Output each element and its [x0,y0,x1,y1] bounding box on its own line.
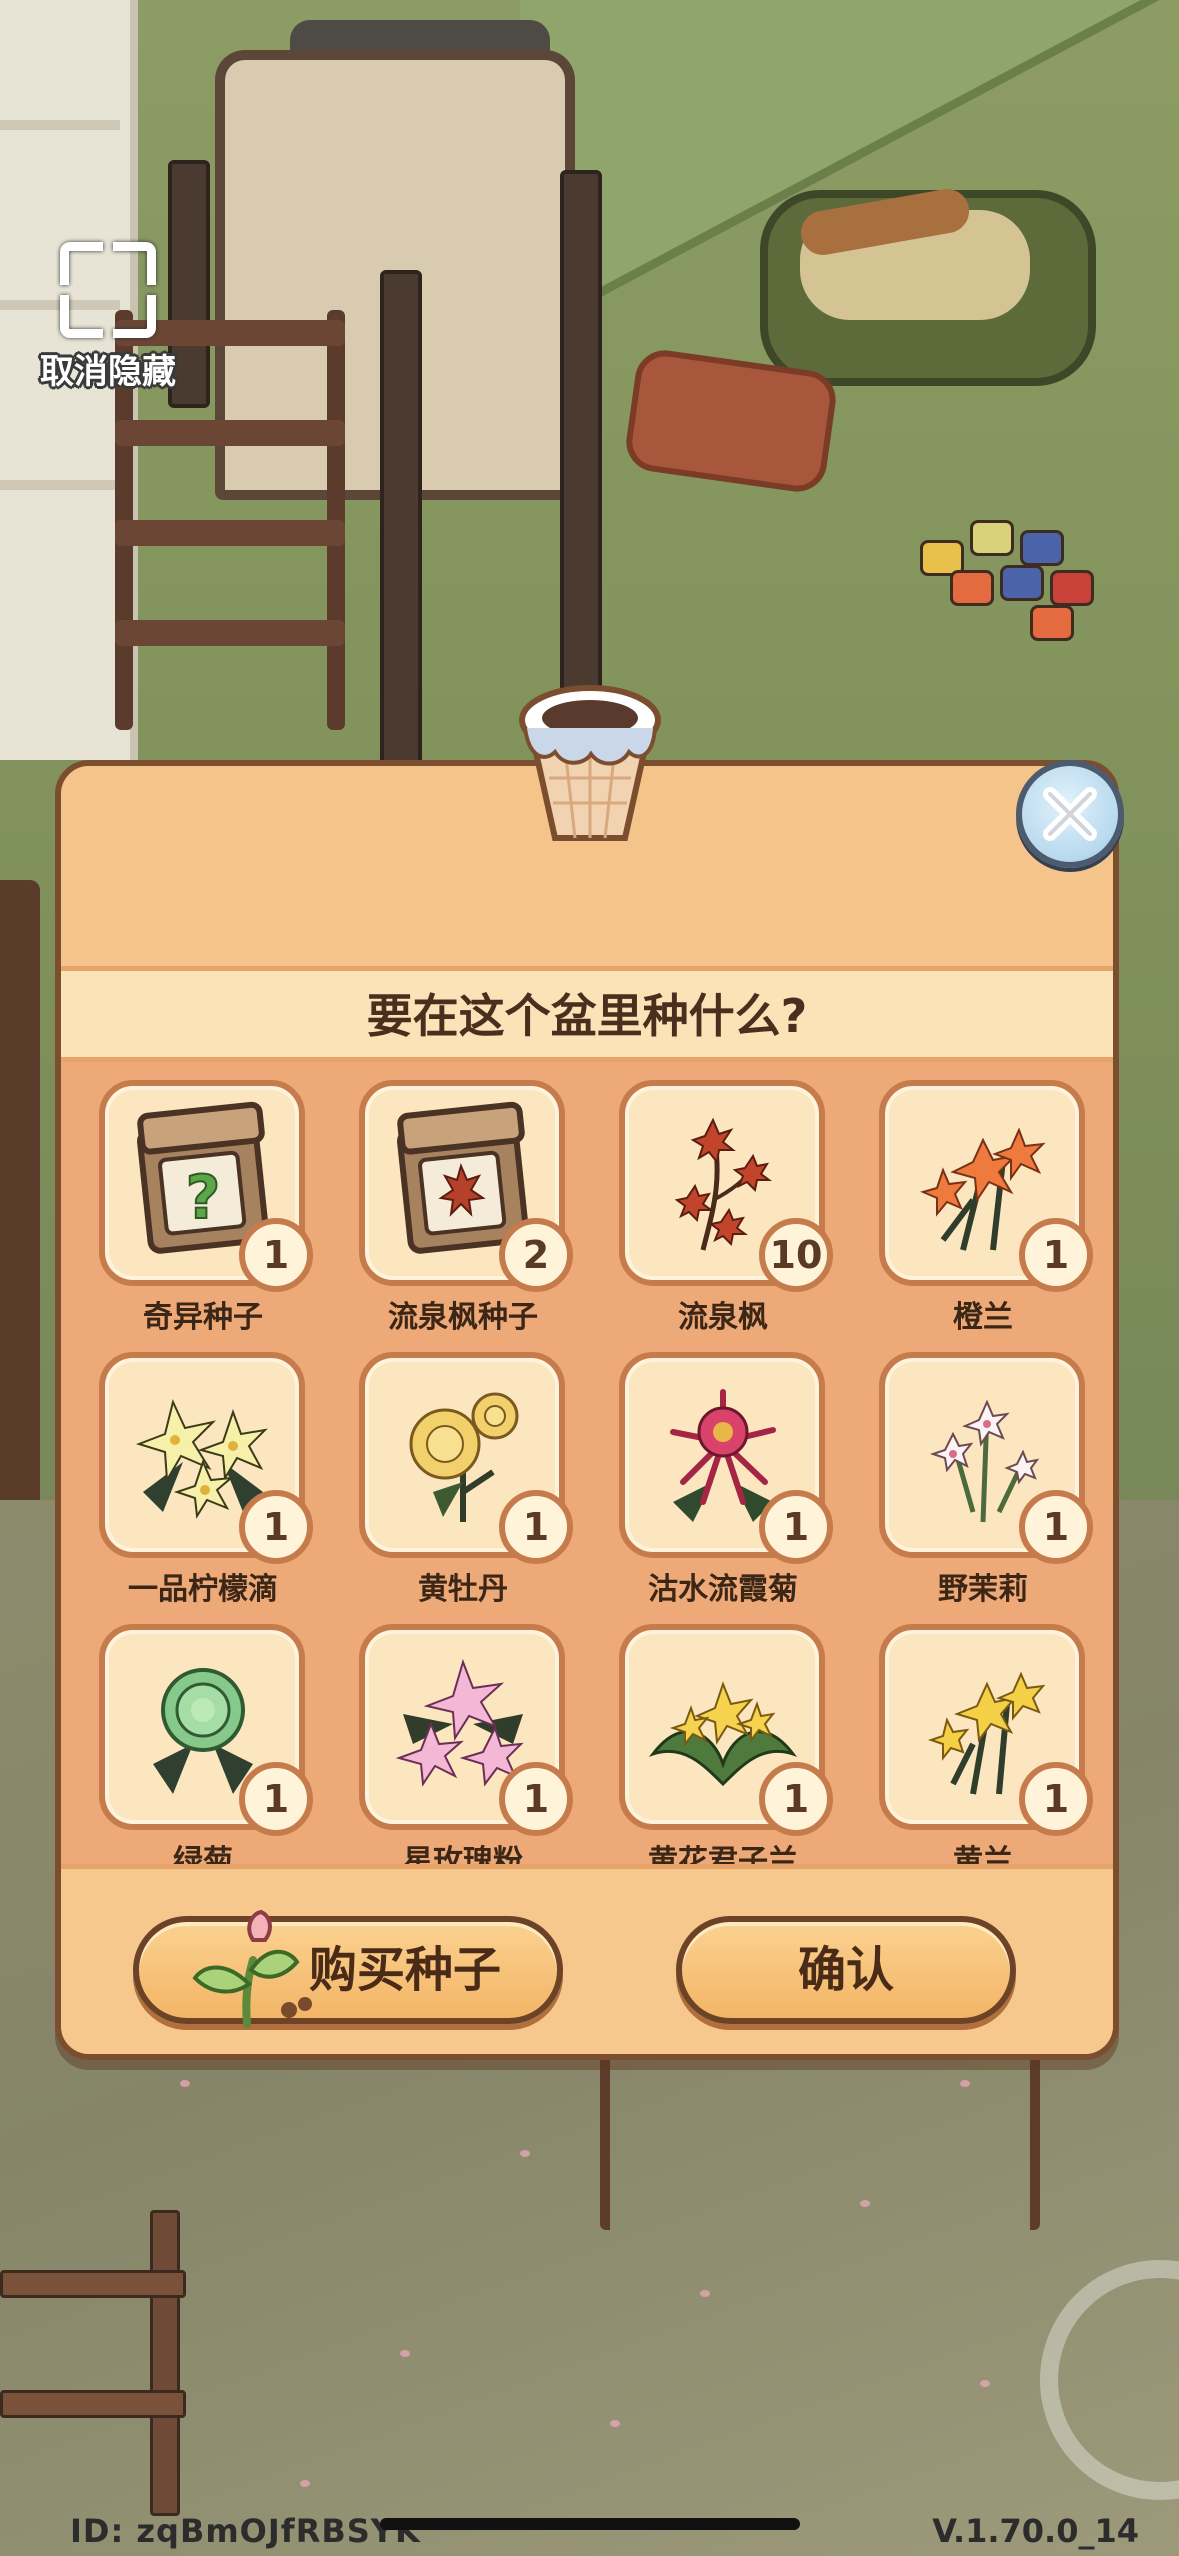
seed-item[interactable]: 1 野茉莉 [875,1352,1095,1622]
unhide-button[interactable]: 取消隐藏 [28,238,188,392]
confirm-label: 确认 [797,1942,894,1998]
seed-name: 绿菊 [173,1844,233,1864]
seed-name: 流泉枫种子 [388,1300,538,1335]
player-id: ID: zqBmOJfRBSYK [70,2512,421,2550]
seed-tile[interactable]: 1 [99,1624,313,1836]
seed-item[interactable]: 1 黄花君子兰 [615,1624,835,1864]
count-badge: 1 [499,1490,573,1564]
flower-pot-icon [519,685,661,841]
seed-grid-scroll[interactable]: ? 1 奇异种子 2 流泉枫种子 10 流泉枫 1 橙兰 1 一品柠檬滴 1 黄… [61,1062,1113,1864]
bamboo-fence [0,2210,260,2530]
close-button[interactable] [1016,760,1124,868]
count-badge: 10 [759,1218,833,1292]
count-badge: 1 [1019,1762,1093,1836]
seed-tile[interactable]: 10 [619,1080,833,1292]
seed-name: 星玫瑰粉 [403,1844,523,1864]
home-indicator[interactable] [380,2518,800,2530]
seed-name: 一品柠檬滴 [128,1572,278,1607]
seed-item[interactable]: 10 流泉枫 [615,1080,835,1350]
svg-text:?: ? [186,1163,221,1233]
unhide-label: 取消隐藏 [40,352,176,392]
seed-name: 奇异种子 [143,1300,263,1335]
buy-seeds-button[interactable]: 购买种子 [133,1909,563,2028]
seed-tile[interactable]: 1 [619,1352,833,1564]
seed-item[interactable]: ? 1 奇异种子 [95,1080,315,1350]
seed-name: 黄牡丹 [418,1572,508,1607]
sprout-icon [192,1909,312,2028]
wood-edge [0,880,40,1560]
seed-tile[interactable]: 1 [879,1624,1093,1836]
confirm-button[interactable]: 确认 [676,1916,1016,2024]
seed-tile[interactable]: ? 1 [99,1080,313,1292]
seed-item[interactable]: 1 黄牡丹 [355,1352,575,1622]
seed-tile[interactable]: 2 [359,1080,573,1292]
seed-tile[interactable]: 1 [99,1352,313,1564]
shelf-board [0,120,120,130]
plant-selection-dialog: 要在这个盆里种什么? ? 1 奇异种子 2 流泉枫种子 10 流泉枫 1 橙兰 … [55,760,1119,2060]
seed-tile[interactable]: 1 [359,1624,573,1836]
seed-tile[interactable]: 1 [879,1352,1093,1564]
seed-name: 流泉枫 [678,1300,768,1335]
seed-name: 黄花君子兰 [648,1844,798,1864]
count-badge: 1 [239,1490,313,1564]
seed-tile[interactable]: 1 [879,1080,1093,1292]
seed-name: 沽水流霞菊 [648,1572,798,1607]
seed-item[interactable]: 1 沽水流霞菊 [615,1352,835,1622]
toy-blocks [880,520,1140,641]
seed-item[interactable]: 1 星玫瑰粉 [355,1624,575,1864]
count-badge: 1 [499,1762,573,1836]
count-badge: 1 [1019,1490,1093,1564]
buy-seeds-label: 购买种子 [309,1942,502,1998]
count-badge: 2 [499,1218,573,1292]
seed-name: 黄兰 [953,1844,1013,1864]
seed-name: 橙兰 [953,1300,1013,1335]
shelf-board [0,480,120,490]
count-badge: 1 [239,1218,313,1292]
seed-item[interactable]: 2 流泉枫种子 [355,1080,575,1350]
scratch-pole [380,270,422,788]
seed-tile[interactable]: 1 [619,1624,833,1836]
close-icon [1043,787,1097,841]
count-badge: 1 [1019,1218,1093,1292]
dialog-title: 要在这个盆里种什么? [366,989,808,1043]
version-label: V.1.70.0_14 [932,2512,1139,2550]
seed-item[interactable]: 1 黄兰 [875,1624,1095,1864]
count-badge: 1 [759,1490,833,1564]
seed-tile[interactable]: 1 [359,1352,573,1564]
seed-item[interactable]: 1 一品柠檬滴 [95,1352,315,1622]
count-badge: 1 [239,1762,313,1836]
seed-item[interactable]: 1 绿菊 [95,1624,315,1864]
fullscreen-bracket-icon [56,238,160,342]
count-badge: 1 [759,1762,833,1836]
seed-name: 野茉莉 [938,1572,1028,1607]
seed-item[interactable]: 1 橙兰 [875,1080,1095,1350]
